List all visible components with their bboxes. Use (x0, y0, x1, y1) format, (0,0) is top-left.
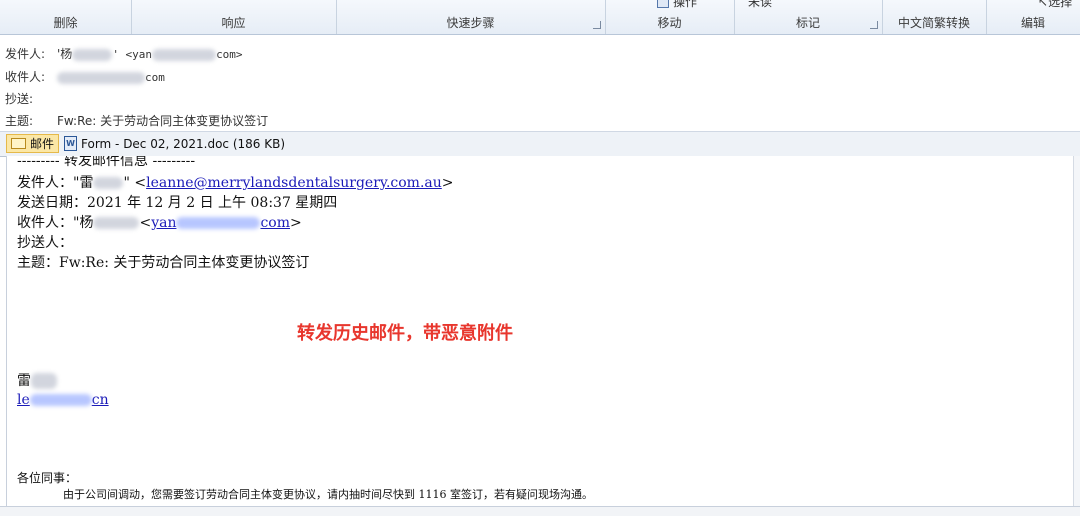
fw-from-email-link[interactable]: leanne@merrylandsdentalsurgery.com.au (146, 175, 442, 191)
redaction-blur (152, 48, 217, 61)
word-document-icon: W (64, 136, 77, 151)
cc-row: 抄送: (5, 90, 57, 107)
ribbon-group-respond[interactable]: 响应 (131, 0, 337, 34)
message-paragraph: 由于公司间调动，您需要签订劳动合同主体变更协议，请内抽时间尽快到 1116 室签… (63, 488, 593, 501)
from-label: 发件人: (5, 47, 46, 61)
fw-to-email-link-start[interactable]: yan (151, 215, 176, 231)
envelope-icon (11, 138, 26, 149)
to-label: 收件人: (5, 70, 46, 84)
ribbon-group-label: 响应 (221, 16, 246, 30)
redaction-blur (57, 71, 145, 84)
signature-link-end[interactable]: cn (92, 392, 109, 408)
attachment-file[interactable]: W Form - Dec 02, 2021.doc (186 KB) (60, 134, 289, 153)
from-row: 发件人: '杨 ' <yan com> (5, 45, 243, 62)
ribbon-group-editing[interactable]: ↖选择 编辑 (986, 0, 1080, 34)
message-header: 发件人: '杨 ' <yan com> 收件人: com 抄送: 主题: Fw:Re: 关… (0, 35, 1080, 131)
attachment-bar: 邮件 W Form - Dec 02, 2021.doc (186 KB) (0, 131, 1080, 157)
dialog-launcher-icon[interactable] (593, 21, 601, 29)
subject-row: 主题: Fw:Re: 关于劳动合同主体变更协议签订 (5, 112, 268, 129)
signature-name-text: 雷 (17, 373, 31, 389)
rules-icon (657, 0, 669, 8)
ribbon-group-label: 移动 (657, 16, 682, 30)
redaction-blur (93, 217, 140, 229)
ribbon-group-label: 标记 (795, 16, 820, 30)
redaction-blur (31, 373, 57, 389)
fw-from-label: 发件人："雷 (17, 175, 94, 191)
ribbon-tag-item[interactable]: 未读 (748, 0, 772, 10)
ribbon-group-move[interactable]: 操作 移动 (605, 0, 735, 34)
ribbon-group-quick-steps[interactable]: 快速步骤 (336, 0, 606, 34)
message-tab-label: 邮件 (30, 137, 55, 151)
attachment-file-label: Form - Dec 02, 2021.doc (186 KB) (81, 136, 286, 151)
ribbon-group-tags[interactable]: 未读 标记 (734, 0, 883, 34)
signature-link-line: le cn (17, 392, 109, 408)
message-body[interactable]: --------- 转发邮件信息 --------- 发件人："雷 " <lean… (6, 156, 1075, 506)
ribbon-select-item-label: 选择 (1048, 0, 1073, 9)
ribbon-group-label: 删除 (53, 16, 78, 30)
from-name-start: '杨 (57, 47, 73, 61)
fw-subject-line: 主题：Fw:Re: 关于劳动合同主体变更协议签订 (17, 255, 310, 271)
ribbon-group-delete[interactable]: 删除 (0, 0, 132, 34)
ribbon-group-label: 快速步骤 (446, 16, 495, 30)
select-icon: ↖ (1038, 0, 1049, 9)
fw-to-line: 收件人："杨 <yan com> (17, 215, 302, 231)
from-email-end: com> (216, 48, 243, 61)
ribbon-group-chinese-conversion[interactable]: 中文简繁转换 (882, 0, 987, 34)
ribbon-group-label: 中文简繁转换 (897, 16, 970, 30)
ribbon-select-item[interactable]: ↖选择 (1038, 0, 1072, 10)
signature-name: 雷 (17, 370, 57, 390)
forward-separator: --------- 转发邮件信息 --------- (17, 156, 196, 169)
signature-link-start[interactable]: le (17, 392, 30, 408)
greeting: 各位同事： (17, 471, 78, 485)
ribbon-move-item-label: 操作 (673, 0, 698, 9)
redaction-blur (72, 48, 113, 61)
subject-label: 主题: (5, 114, 34, 128)
fw-to-label: 收件人："杨 (17, 215, 94, 231)
fw-cc-line: 抄送人： (17, 235, 73, 251)
scrollbar[interactable] (1073, 156, 1080, 506)
to-row: 收件人: com (5, 68, 165, 85)
dialog-launcher-icon[interactable] (870, 21, 878, 29)
fw-from-quote: " (123, 175, 130, 191)
ribbon-group-label: 编辑 (1020, 16, 1045, 30)
annotation-text: 转发历史邮件，带恶意附件 (297, 323, 513, 344)
subject-value: Fw:Re: 关于劳动合同主体变更协议签订 (57, 114, 269, 128)
ribbon-move-item[interactable]: 操作 (657, 0, 697, 10)
message-tab[interactable]: 邮件 (6, 134, 60, 153)
redaction-blur (29, 394, 92, 406)
from-email-start: ' <yan (112, 48, 153, 61)
fw-date-line: 发送日期：2021 年 12 月 2 日 上午 08:37 星期四 (17, 195, 338, 211)
redaction-blur (93, 177, 124, 189)
redaction-blur (176, 217, 261, 229)
to-email-end: com (145, 71, 165, 84)
fw-from-line: 发件人："雷 " <leanne@merrylandsdentalsurgery.… (17, 175, 454, 191)
cc-label: 抄送: (5, 92, 34, 106)
ribbon: 删除 响应 快速步骤 操作 移动 未读 标记 中文简繁转换 ↖选择 编辑 (0, 0, 1080, 35)
fw-to-email-link-end[interactable]: com (260, 215, 290, 231)
